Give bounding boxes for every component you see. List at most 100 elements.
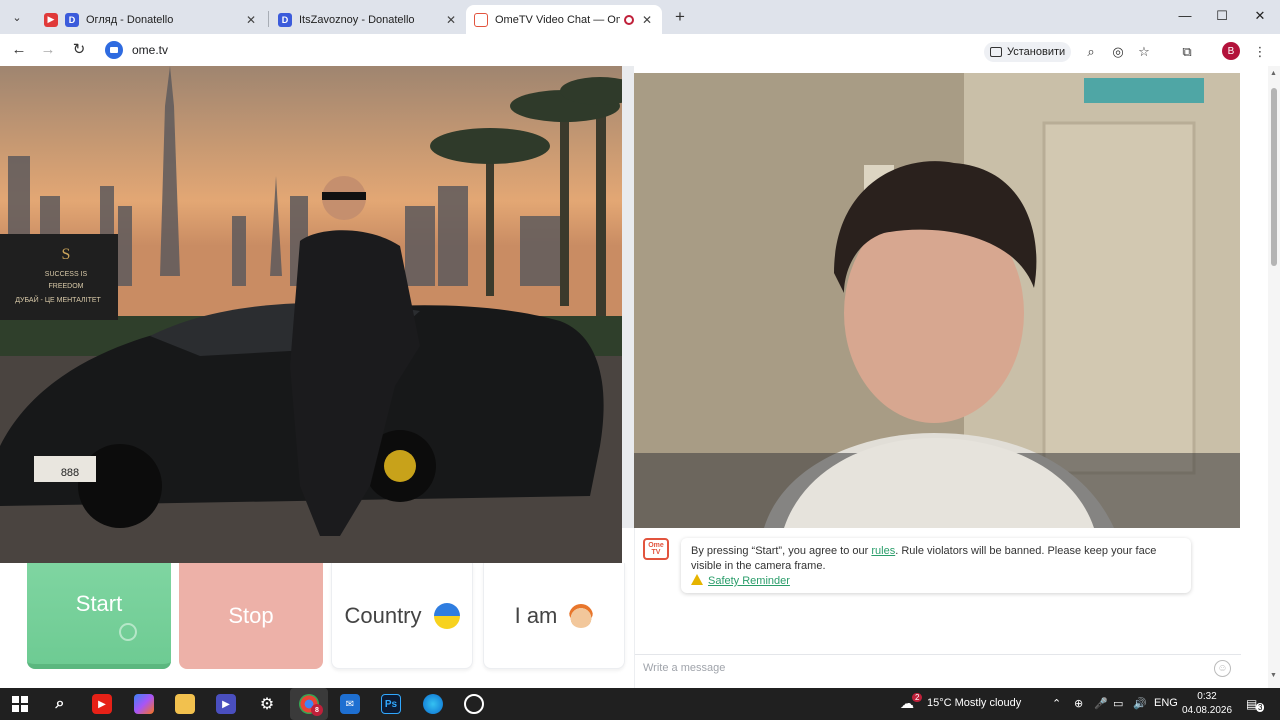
page-content: S SUCCESS IS FREEDOM ДУБАЙ - ЦЕ МЕНТАЛІТ… — [0, 66, 1280, 688]
file-explorer-icon[interactable] — [175, 694, 195, 714]
clock-time: 0:32 — [1197, 691, 1217, 702]
copilot-icon[interactable] — [134, 694, 154, 714]
stop-label: Stop — [228, 603, 274, 628]
eye-off-icon[interactable]: ◎ — [1110, 44, 1126, 60]
volume-icon[interactable]: 🔊 — [1133, 697, 1147, 710]
video-frame-illustration: S SUCCESS IS FREEDOM ДУБАЙ - ЦЕ МЕНТАЛІТ… — [0, 66, 622, 563]
youtube-icon: ▶ — [44, 12, 58, 27]
emoji-icon[interactable]: ☺ — [1214, 660, 1231, 677]
edge-icon[interactable] — [423, 694, 443, 714]
forward-button[interactable]: → — [39, 41, 57, 59]
site-info-icon[interactable] — [105, 41, 123, 59]
reload-icon: ↻ — [72, 41, 86, 58]
menu-icon[interactable]: ⋮ — [1252, 44, 1268, 60]
gender-button[interactable]: I am — [483, 563, 625, 669]
star-icon[interactable]: ☆ — [1136, 44, 1152, 60]
install-app-button[interactable]: Установити — [984, 42, 1072, 62]
minimize-button[interactable]: — — [1175, 8, 1195, 23]
maximize-button[interactable]: ☐ — [1212, 8, 1232, 24]
self-camera-video — [634, 73, 1240, 528]
search-icon[interactable]: ⌕ — [50, 694, 70, 714]
tab-title: ItsZavoznoy - Donatello — [299, 13, 415, 26]
boy-face-icon — [569, 603, 594, 628]
ukraine-flag-icon — [433, 602, 460, 629]
arrow-left-icon: ← — [11, 41, 27, 58]
message-bar: ☺ — [635, 654, 1241, 682]
youtube-app-icon[interactable]: ▶ — [92, 694, 112, 714]
sign-line2: FREEDOM — [49, 283, 84, 290]
country-button[interactable]: Country — [331, 563, 473, 669]
browser-toolbar: ← → ↻ ome.tv Установити ⌕ ◎ ☆ ⧉ B ⋮ — [0, 34, 1280, 66]
donatello-icon: D — [65, 12, 79, 27]
tab-2-active[interactable]: OmeTV Video Chat — Ome ✕ — [466, 5, 662, 34]
obs-icon[interactable] — [464, 694, 484, 714]
start-button[interactable]: Start — [27, 563, 171, 669]
scrollbar-thumb[interactable] — [1271, 88, 1277, 266]
microphone-icon[interactable]: 🎤 — [1094, 697, 1108, 710]
scroll-down-icon[interactable]: ▼ — [1270, 672, 1277, 679]
page-scrollbar[interactable]: ▲ ▼ — [1268, 66, 1280, 688]
tab-1[interactable]: D ItsZavoznoy - Donatello ✕ — [270, 5, 466, 34]
stop-button[interactable]: Stop — [179, 563, 323, 669]
language-indicator[interactable]: ENG — [1154, 697, 1178, 709]
license-plate: 888 — [61, 467, 79, 479]
remote-video: S SUCCESS IS FREEDOM ДУБАЙ - ЦЕ МЕНТАЛІТ… — [0, 66, 622, 563]
scroll-up-icon[interactable]: ▲ — [1270, 70, 1277, 77]
new-tab-button[interactable]: + — [671, 8, 689, 26]
chrome-icon[interactable]: 8 — [299, 694, 323, 716]
donatello-icon: D — [278, 12, 292, 27]
safety-reminder-link[interactable]: Safety Reminder — [708, 575, 790, 587]
app-icon[interactable]: ▶ — [216, 694, 236, 714]
recording-icon — [624, 14, 634, 25]
camera-frame-illustration — [634, 73, 1240, 528]
rules-link[interactable]: rules — [871, 545, 895, 557]
close-window-button[interactable]: ✕ — [1250, 8, 1270, 24]
close-icon[interactable]: ✕ — [640, 13, 654, 27]
sign-line1: SUCCESS IS — [45, 271, 88, 278]
video-divider — [622, 66, 634, 528]
warning-icon — [691, 574, 703, 585]
install-label: Установити — [1007, 46, 1066, 58]
profile-avatar[interactable]: B — [1222, 42, 1240, 60]
back-button[interactable]: ← — [10, 41, 28, 59]
tab-0[interactable]: ▶ D Огляд - Donatello ✕ — [36, 5, 266, 34]
network-share-icon[interactable]: ⊕ — [1074, 697, 1083, 710]
chat-panel: Ome TV By pressing “Start”, you agree to… — [634, 528, 1241, 688]
loading-spinner-icon — [119, 623, 137, 641]
windows-taskbar: ⌕ ▶ ▶ ⚙ 8 ✉ Ps ☁ 2 15°C Mostly cloudy ⌃ … — [0, 688, 1280, 720]
start-label: Start — [75, 591, 123, 616]
chat-controls: Start Stop Country I am — [0, 563, 634, 688]
tab-title: Огляд - Donatello — [86, 13, 174, 26]
zoom-icon[interactable]: ⌕ — [1083, 44, 1099, 60]
photoshop-icon[interactable]: Ps — [381, 694, 401, 714]
ometv-logo-icon: Ome TV — [643, 538, 669, 560]
notification-count: 3 — [1256, 703, 1265, 712]
extensions-icon[interactable]: ⧉ — [1179, 44, 1195, 60]
tab-search-menu[interactable]: ⌄ — [7, 8, 27, 26]
tab-separator — [268, 11, 269, 27]
address-bar[interactable]: ome.tv — [103, 37, 1075, 63]
weather-text[interactable]: 15°C Mostly cloudy — [927, 697, 1021, 709]
mail-icon[interactable]: ✉ — [340, 694, 360, 714]
close-icon[interactable]: ✕ — [244, 13, 258, 27]
sign-line3: ДУБАЙ - ЦЕ МЕНТАЛІТЕТ — [15, 295, 101, 304]
message-input[interactable] — [643, 655, 1203, 681]
chevron-down-icon: ⌄ — [12, 11, 22, 24]
weather-badge: 2 — [912, 693, 923, 702]
rules-notice: By pressing “Start”, you agree to our ru… — [681, 538, 1191, 593]
battery-icon[interactable]: ▭ — [1113, 697, 1123, 710]
sign-logo-icon: S — [62, 246, 71, 263]
settings-gear-icon[interactable]: ⚙ — [257, 694, 277, 714]
tab-title: OmeTV Video Chat — Ome — [495, 13, 620, 26]
clock-date: 04.08.2026 — [1181, 705, 1233, 716]
close-icon[interactable]: ✕ — [444, 13, 458, 27]
ometv-icon — [474, 12, 488, 27]
url-text: ome.tv — [132, 43, 169, 57]
windows-start-icon[interactable] — [10, 694, 30, 714]
reload-button[interactable]: ↻ — [70, 41, 88, 59]
plus-icon: + — [675, 7, 685, 26]
install-icon — [990, 47, 1002, 57]
chevron-up-icon[interactable]: ⌃ — [1052, 697, 1061, 710]
notice-text-before: By pressing “Start”, you agree to our — [691, 545, 872, 557]
clock[interactable]: 0:32 04.08.2026 — [1178, 690, 1236, 718]
